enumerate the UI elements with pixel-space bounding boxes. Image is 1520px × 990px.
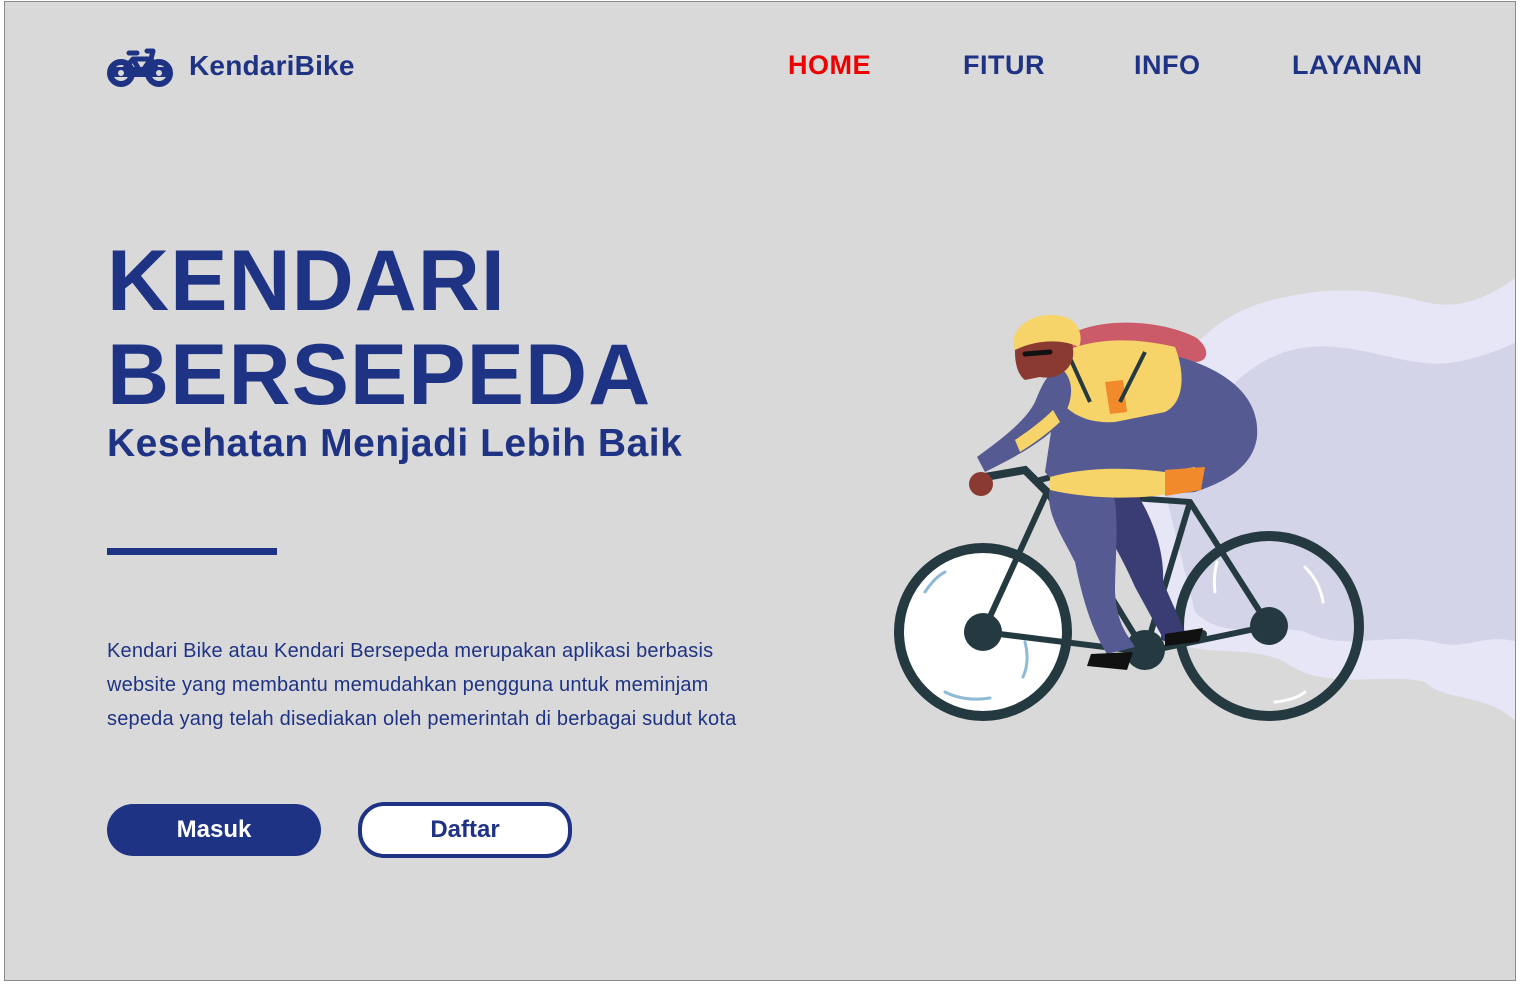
hero-subtitle: Kesehatan Menjadi Lebih Baik	[107, 422, 683, 465]
hero-divider	[107, 548, 277, 555]
cyclist-illustration	[894, 278, 1515, 721]
hero-title-line2: BERSEPEDA	[107, 327, 652, 423]
main-nav: HOME FITUR INFO LAYANAN	[5, 50, 1515, 84]
hero-description-line: Kendari Bike atau Kendari Bersepeda meru…	[107, 640, 714, 662]
nav-fitur[interactable]: FITUR	[963, 50, 1045, 81]
nav-info[interactable]: INFO	[1134, 50, 1201, 81]
hero-description-line: sepeda yang telah disediakan oleh pemeri…	[107, 708, 737, 730]
masuk-button[interactable]: Masuk	[107, 804, 321, 856]
daftar-button[interactable]: Daftar	[358, 802, 572, 858]
nav-layanan[interactable]: LAYANAN	[1292, 50, 1423, 81]
hero-title-line1: KENDARI	[107, 233, 506, 329]
hero-description-line: website yang membantu memudahkan penggun…	[107, 674, 709, 696]
page-frame: KendariBike HOME FITUR INFO LAYANAN KEND…	[4, 1, 1516, 981]
hero-title: KENDARI BERSEPEDA	[107, 234, 807, 422]
hero-description: Kendari Bike atau Kendari Bersepeda meru…	[107, 634, 847, 736]
nav-home[interactable]: HOME	[788, 50, 871, 81]
